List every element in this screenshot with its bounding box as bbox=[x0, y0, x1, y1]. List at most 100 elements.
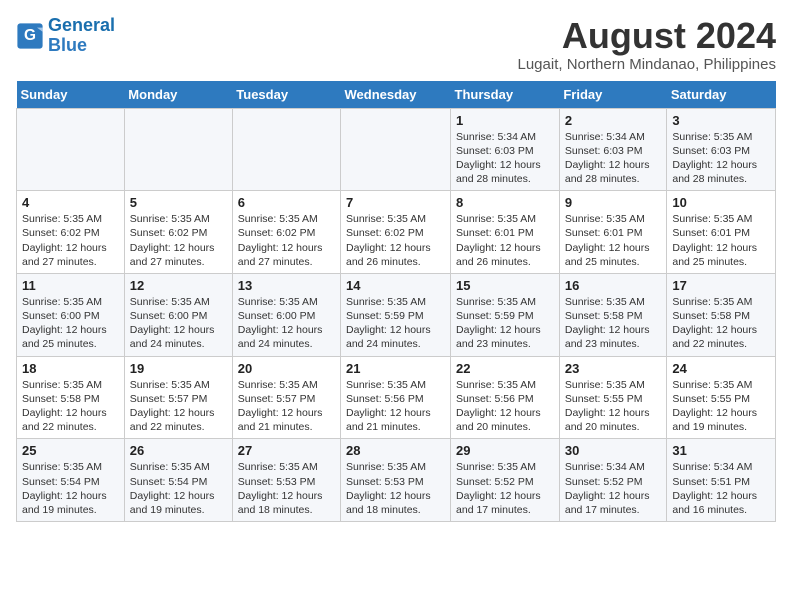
day-info: Sunrise: 5:35 AM Sunset: 5:55 PM Dayligh… bbox=[565, 378, 662, 435]
calendar-cell: 15Sunrise: 5:35 AM Sunset: 5:59 PM Dayli… bbox=[451, 273, 560, 356]
day-number: 3 bbox=[672, 113, 770, 128]
day-number: 20 bbox=[238, 361, 335, 376]
weekday-header-row: SundayMondayTuesdayWednesdayThursdayFrid… bbox=[17, 81, 776, 109]
calendar-cell: 27Sunrise: 5:35 AM Sunset: 5:53 PM Dayli… bbox=[232, 439, 340, 522]
calendar-week-5: 25 Sunrise: 5:35 AM Sunset: 5:54 PM Dayli… bbox=[17, 439, 776, 522]
day-number: 21 bbox=[346, 361, 445, 376]
calendar-cell: 16 Sunrise: 5:35 AM Sunset: 5:58 PM Dayli… bbox=[559, 273, 667, 356]
day-number: 11 bbox=[22, 278, 119, 293]
calendar-cell: 25 Sunrise: 5:35 AM Sunset: 5:54 PM Dayli… bbox=[17, 439, 125, 522]
calendar-cell: 5 Sunrise: 5:35 AM Sunset: 6:02 PM Daylig… bbox=[124, 191, 232, 274]
svg-text:G: G bbox=[24, 27, 36, 44]
day-info: Sunrise: 5:35 AM Sunset: 5:54 PM Dayligh… bbox=[22, 460, 119, 517]
calendar-table: SundayMondayTuesdayWednesdayThursdayFrid… bbox=[16, 81, 776, 522]
day-number: 22 bbox=[456, 361, 554, 376]
calendar-cell: 10 Sunrise: 5:35 AM Sunset: 6:01 PM Dayli… bbox=[667, 191, 776, 274]
weekday-header-sunday: Sunday bbox=[17, 81, 125, 109]
calendar-cell: 28 Sunrise: 5:35 AM Sunset: 5:53 PM Dayli… bbox=[341, 439, 451, 522]
day-info: Sunrise: 5:35 AM Sunset: 6:01 PM Dayligh… bbox=[565, 212, 662, 269]
day-number: 23 bbox=[565, 361, 662, 376]
day-number: 1 bbox=[456, 113, 554, 128]
day-number: 30 bbox=[565, 443, 662, 458]
day-number: 4 bbox=[22, 195, 119, 210]
calendar-cell: 20 Sunrise: 5:35 AM Sunset: 5:57 PM Dayli… bbox=[232, 356, 340, 439]
day-number: 7 bbox=[346, 195, 445, 210]
calendar-cell: 23 Sunrise: 5:35 AM Sunset: 5:55 PM Dayli… bbox=[559, 356, 667, 439]
day-info: Sunrise: 5:34 AM Sunset: 6:03 PM Dayligh… bbox=[456, 130, 554, 187]
day-info: Sunrise: 5:35 AM Sunset: 6:00 PM Dayligh… bbox=[130, 295, 227, 352]
calendar-cell: 6Sunrise: 5:35 AM Sunset: 6:02 PM Daylig… bbox=[232, 191, 340, 274]
day-number: 5 bbox=[130, 195, 227, 210]
calendar-cell bbox=[232, 108, 340, 191]
day-number: 9 bbox=[565, 195, 662, 210]
calendar-cell bbox=[124, 108, 232, 191]
day-info: Sunrise: 5:35 AM Sunset: 6:01 PM Dayligh… bbox=[672, 212, 770, 269]
calendar-cell: 19Sunrise: 5:35 AM Sunset: 5:57 PM Dayli… bbox=[124, 356, 232, 439]
day-info: Sunrise: 5:35 AM Sunset: 6:02 PM Dayligh… bbox=[238, 212, 335, 269]
logo-icon: G bbox=[16, 22, 44, 50]
day-number: 28 bbox=[346, 443, 445, 458]
weekday-header-friday: Friday bbox=[559, 81, 667, 109]
weekday-header-tuesday: Tuesday bbox=[232, 81, 340, 109]
calendar-cell: 29Sunrise: 5:35 AM Sunset: 5:52 PM Dayli… bbox=[451, 439, 560, 522]
month-year: August 2024 bbox=[518, 16, 777, 56]
day-info: Sunrise: 5:35 AM Sunset: 5:53 PM Dayligh… bbox=[346, 460, 445, 517]
logo-text: General Blue bbox=[48, 16, 115, 56]
calendar-cell: 17 Sunrise: 5:35 AM Sunset: 5:58 PM Dayli… bbox=[667, 273, 776, 356]
page-header: G General Blue August 2024 Lugait, North… bbox=[16, 16, 776, 73]
day-number: 10 bbox=[672, 195, 770, 210]
day-info: Sunrise: 5:34 AM Sunset: 5:51 PM Dayligh… bbox=[672, 460, 770, 517]
calendar-cell bbox=[341, 108, 451, 191]
day-number: 17 bbox=[672, 278, 770, 293]
day-info: Sunrise: 5:35 AM Sunset: 6:00 PM Dayligh… bbox=[22, 295, 119, 352]
day-info: Sunrise: 5:34 AM Sunset: 5:52 PM Dayligh… bbox=[565, 460, 662, 517]
day-number: 19 bbox=[130, 361, 227, 376]
day-info: Sunrise: 5:35 AM Sunset: 5:58 PM Dayligh… bbox=[672, 295, 770, 352]
calendar-cell: 4Sunrise: 5:35 AM Sunset: 6:02 PM Daylig… bbox=[17, 191, 125, 274]
calendar-week-4: 18Sunrise: 5:35 AM Sunset: 5:58 PM Dayli… bbox=[17, 356, 776, 439]
day-number: 8 bbox=[456, 195, 554, 210]
day-number: 29 bbox=[456, 443, 554, 458]
weekday-header-monday: Monday bbox=[124, 81, 232, 109]
calendar-cell: 11 Sunrise: 5:35 AM Sunset: 6:00 PM Dayli… bbox=[17, 273, 125, 356]
day-info: Sunrise: 5:35 AM Sunset: 5:55 PM Dayligh… bbox=[672, 378, 770, 435]
calendar-cell: 31 Sunrise: 5:34 AM Sunset: 5:51 PM Dayli… bbox=[667, 439, 776, 522]
weekday-header-wednesday: Wednesday bbox=[341, 81, 451, 109]
day-number: 15 bbox=[456, 278, 554, 293]
day-info: Sunrise: 5:35 AM Sunset: 6:00 PM Dayligh… bbox=[238, 295, 335, 352]
calendar-cell: 1 Sunrise: 5:34 AM Sunset: 6:03 PM Daylig… bbox=[451, 108, 560, 191]
calendar-week-3: 11 Sunrise: 5:35 AM Sunset: 6:00 PM Dayli… bbox=[17, 273, 776, 356]
day-info: Sunrise: 5:35 AM Sunset: 5:53 PM Dayligh… bbox=[238, 460, 335, 517]
calendar-week-1: 1 Sunrise: 5:34 AM Sunset: 6:03 PM Daylig… bbox=[17, 108, 776, 191]
day-info: Sunrise: 5:35 AM Sunset: 6:02 PM Dayligh… bbox=[346, 212, 445, 269]
day-number: 25 bbox=[22, 443, 119, 458]
day-info: Sunrise: 5:35 AM Sunset: 5:56 PM Dayligh… bbox=[346, 378, 445, 435]
day-info: Sunrise: 5:35 AM Sunset: 6:03 PM Dayligh… bbox=[672, 130, 770, 187]
day-info: Sunrise: 5:35 AM Sunset: 5:59 PM Dayligh… bbox=[346, 295, 445, 352]
day-number: 31 bbox=[672, 443, 770, 458]
day-number: 14 bbox=[346, 278, 445, 293]
calendar-cell: 2Sunrise: 5:34 AM Sunset: 6:03 PM Daylig… bbox=[559, 108, 667, 191]
day-number: 26 bbox=[130, 443, 227, 458]
calendar-cell: 21 Sunrise: 5:35 AM Sunset: 5:56 PM Dayli… bbox=[341, 356, 451, 439]
day-number: 24 bbox=[672, 361, 770, 376]
calendar-cell: 8 Sunrise: 5:35 AM Sunset: 6:01 PM Daylig… bbox=[451, 191, 560, 274]
logo: G General Blue bbox=[16, 16, 115, 56]
calendar-cell: 12 Sunrise: 5:35 AM Sunset: 6:00 PM Dayli… bbox=[124, 273, 232, 356]
day-number: 2 bbox=[565, 113, 662, 128]
calendar-cell: 22Sunrise: 5:35 AM Sunset: 5:56 PM Dayli… bbox=[451, 356, 560, 439]
day-info: Sunrise: 5:35 AM Sunset: 5:58 PM Dayligh… bbox=[22, 378, 119, 435]
calendar-cell: 24 Sunrise: 5:35 AM Sunset: 5:55 PM Dayli… bbox=[667, 356, 776, 439]
calendar-cell: 26Sunrise: 5:35 AM Sunset: 5:54 PM Dayli… bbox=[124, 439, 232, 522]
calendar-cell: 13 Sunrise: 5:35 AM Sunset: 6:00 PM Dayli… bbox=[232, 273, 340, 356]
calendar-cell: 9 Sunrise: 5:35 AM Sunset: 6:01 PM Daylig… bbox=[559, 191, 667, 274]
day-info: Sunrise: 5:35 AM Sunset: 5:57 PM Dayligh… bbox=[238, 378, 335, 435]
calendar-week-2: 4 Sunrise: 5:35 AM Sunset: 6:02 PM Daylig… bbox=[17, 191, 776, 274]
day-info: Sunrise: 5:35 AM Sunset: 5:58 PM Dayligh… bbox=[565, 295, 662, 352]
day-number: 12 bbox=[130, 278, 227, 293]
day-info: Sunrise: 5:35 AM Sunset: 6:02 PM Dayligh… bbox=[130, 212, 227, 269]
day-number: 13 bbox=[238, 278, 335, 293]
day-number: 16 bbox=[565, 278, 662, 293]
day-info: Sunrise: 5:35 AM Sunset: 6:01 PM Dayligh… bbox=[456, 212, 554, 269]
title-block: August 2024 Lugait, Northern Mindanao, P… bbox=[518, 16, 777, 73]
